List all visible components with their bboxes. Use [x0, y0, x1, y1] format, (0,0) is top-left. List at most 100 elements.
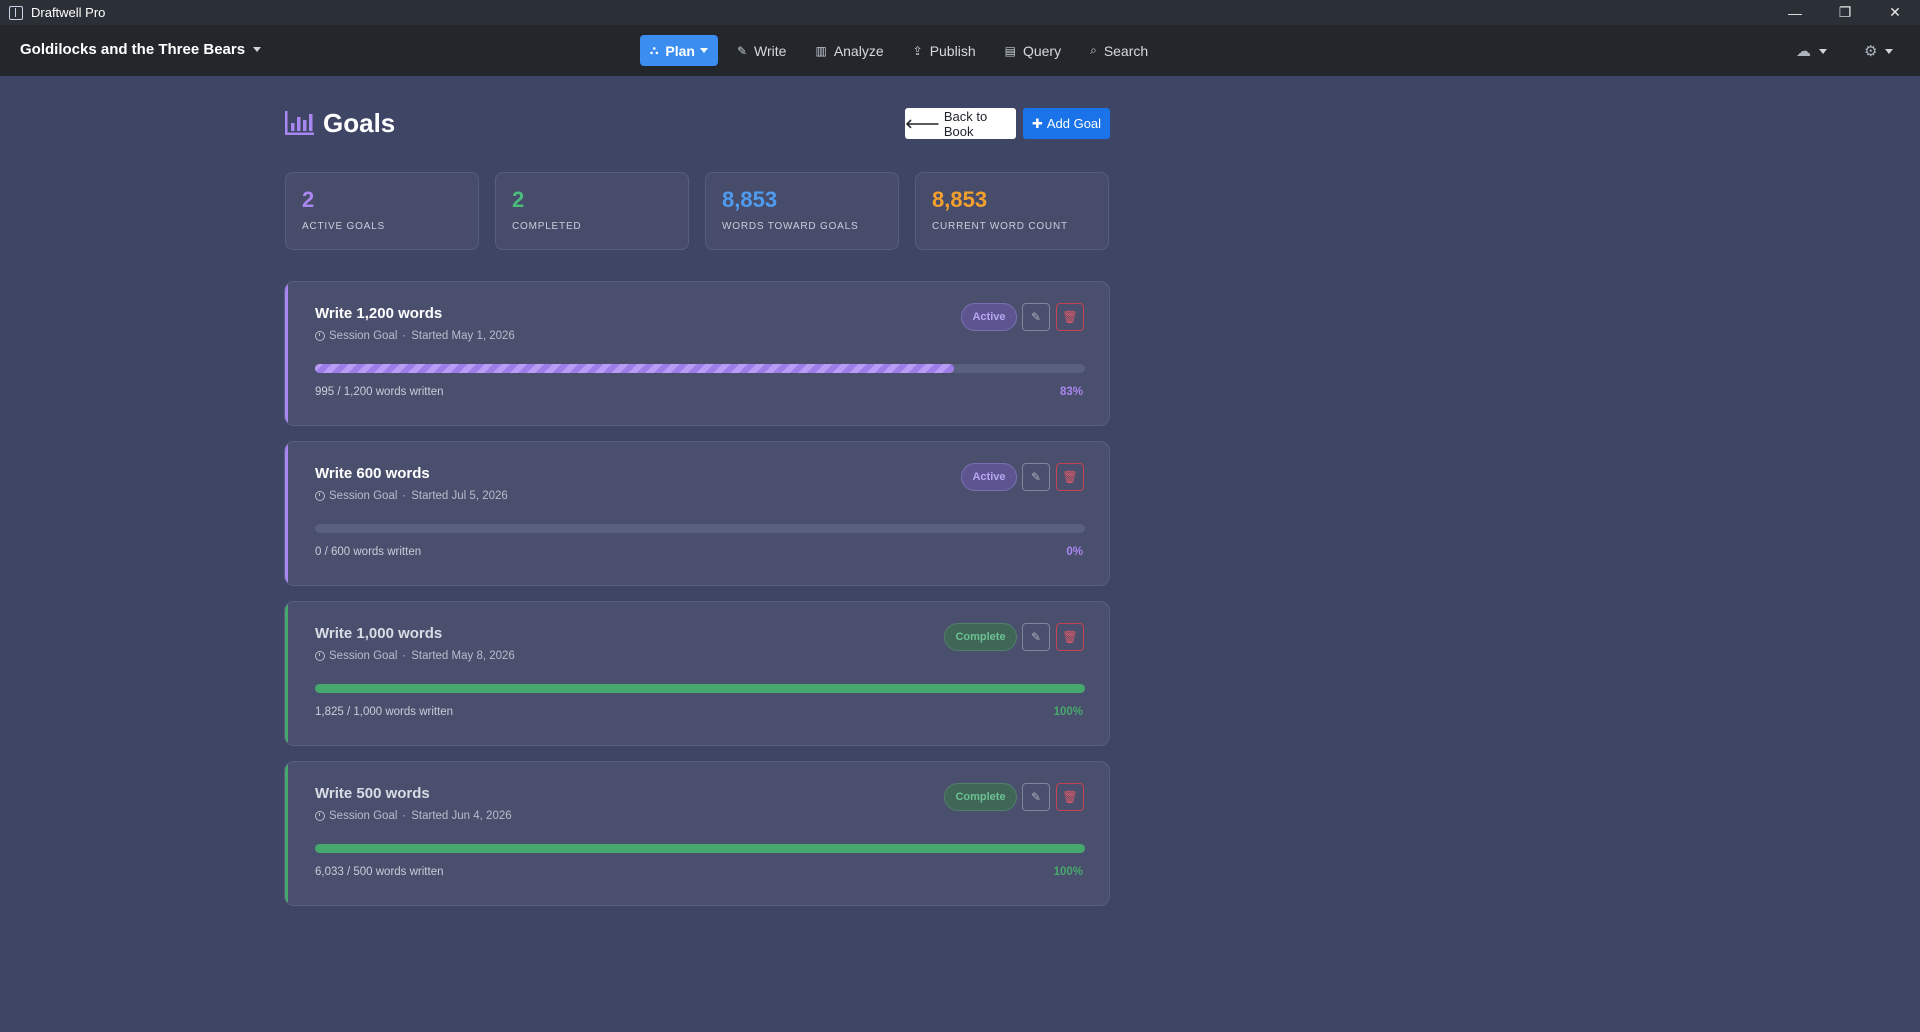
- goal-type: Session Goal: [329, 490, 398, 502]
- progress-fill: [315, 844, 1085, 853]
- separator: ·: [402, 810, 407, 822]
- progress-track: [315, 684, 1085, 693]
- nav-analyze-label: Analyze: [833, 42, 884, 59]
- stat-active-goals: 2 ACTIVE GOALS: [285, 172, 479, 250]
- stat-completed: 2 COMPLETED: [495, 172, 689, 250]
- trash-icon: 🗑: [1062, 310, 1078, 324]
- restore-button[interactable]: ❐: [1820, 0, 1870, 25]
- clock-icon: [315, 811, 325, 821]
- minimize-button[interactable]: —: [1770, 0, 1820, 25]
- list-icon: ▤: [1004, 43, 1016, 58]
- main-nav: ⛬ Plan ✎ Write ▥ Analyze ⇪ Publish ▤ Que…: [640, 35, 1167, 66]
- trash-icon: 🗑: [1062, 790, 1078, 804]
- goal-meta: Session Goal · Started Jun 4, 2026: [315, 810, 512, 822]
- book-title-dropdown[interactable]: Goldilocks and the Three Bears: [20, 41, 262, 58]
- chevron-down-icon: [1819, 48, 1827, 54]
- nav-write-label: Write: [754, 42, 787, 59]
- stat-value: 8,853: [932, 187, 988, 212]
- separator: ·: [402, 330, 407, 342]
- chevron-down-icon: [253, 47, 262, 52]
- stat-value: 8,853: [722, 187, 778, 212]
- edit-goal-button[interactable]: ✎: [1022, 783, 1050, 811]
- cloud-icon: ☁: [1796, 43, 1811, 60]
- goal-started: Started May 1, 2026: [411, 330, 515, 342]
- chevron-down-icon: [699, 48, 708, 53]
- trash-icon: 🗑: [1062, 470, 1078, 484]
- goal-percent: 100%: [1053, 706, 1083, 718]
- nav-plan-label: Plan: [665, 42, 695, 59]
- nav-publish[interactable]: ⇪ Publish: [903, 35, 986, 66]
- pencil-icon: ✎: [1030, 630, 1042, 644]
- pencil-icon: ✎: [1030, 790, 1042, 804]
- goal-title: Write 1,000 words: [315, 625, 443, 642]
- goal-type: Session Goal: [329, 810, 398, 822]
- edit-goal-button[interactable]: ✎: [1022, 463, 1050, 491]
- goal-meta: Session Goal · Started May 8, 2026: [315, 650, 515, 662]
- pencil-icon: ✎: [1030, 310, 1042, 324]
- window-title: Draftwell Pro: [31, 5, 106, 20]
- goal-accent-bar: [285, 282, 288, 425]
- progress-track: [315, 524, 1085, 533]
- bar-chart-icon: [285, 111, 314, 135]
- status-badge: Active: [961, 463, 1017, 491]
- clock-icon: [315, 491, 325, 501]
- settings-dropdown[interactable]: ⚙: [1864, 42, 1894, 60]
- stat-current-word-count: 8,853 CURRENT WORD COUNT: [915, 172, 1109, 250]
- status-badge: Complete: [944, 783, 1017, 811]
- clock-icon: [315, 651, 325, 661]
- nav-query-label: Query: [1022, 42, 1062, 59]
- edit-goal-button[interactable]: ✎: [1022, 303, 1050, 331]
- chevron-down-icon: [1885, 48, 1894, 54]
- stat-value: 2: [302, 187, 315, 212]
- nav-publish-label: Publish: [929, 42, 976, 59]
- goal-title: Write 1,200 words: [315, 305, 443, 322]
- bar-chart-icon: ▥: [815, 43, 827, 58]
- cloud-sync-dropdown[interactable]: ☁: [1796, 42, 1827, 60]
- goal-title: Write 500 words: [315, 785, 430, 802]
- close-button[interactable]: ✕: [1870, 0, 1920, 25]
- nav-query[interactable]: ▤ Query: [995, 35, 1071, 66]
- window-title-bar: Draftwell Pro — ❐ ✕: [0, 0, 1920, 25]
- add-goal-label: Add Goal: [1046, 116, 1102, 131]
- goal-card: Write 1,000 words Session Goal · Started…: [284, 601, 1110, 746]
- goal-started: Started Jun 4, 2026: [411, 810, 512, 822]
- separator: ·: [402, 650, 407, 662]
- sitemap-icon: ⛬: [650, 43, 659, 57]
- gear-icon: ⚙: [1864, 43, 1878, 60]
- nav-search-label: Search: [1103, 42, 1149, 59]
- app-navbar: Goldilocks and the Three Bears ⛬ Plan ✎ …: [0, 25, 1920, 76]
- plus-icon: ✚: [1031, 115, 1043, 131]
- nav-plan[interactable]: ⛬ Plan: [640, 35, 718, 66]
- delete-goal-button[interactable]: 🗑: [1056, 623, 1084, 651]
- progress-track: [315, 844, 1085, 853]
- delete-goal-button[interactable]: 🗑: [1056, 463, 1084, 491]
- stat-value: 2: [512, 187, 525, 212]
- separator: ·: [402, 490, 407, 502]
- search-icon: ⌕: [1090, 43, 1097, 57]
- page-title: Goals: [323, 108, 396, 138]
- goal-started: Started Jul 5, 2026: [411, 490, 508, 502]
- goal-card: Write 1,200 words Session Goal · Started…: [284, 281, 1110, 426]
- edit-goal-button[interactable]: ✎: [1022, 623, 1050, 651]
- stat-words-toward-goals: 8,853 WORDS TOWARD GOALS: [705, 172, 899, 250]
- nav-analyze[interactable]: ▥ Analyze: [805, 35, 893, 66]
- delete-goal-button[interactable]: 🗑: [1056, 303, 1084, 331]
- goal-accent-bar: [285, 762, 288, 905]
- nav-search[interactable]: ⌕ Search: [1080, 35, 1158, 66]
- back-to-book-button[interactable]: 🡐 Back to Book: [905, 108, 1016, 139]
- back-to-book-label: Back to Book: [943, 108, 988, 139]
- goal-title: Write 600 words: [315, 465, 430, 482]
- goal-type: Session Goal: [329, 330, 398, 342]
- goal-progress-text: 1,825 / 1,000 words written: [315, 706, 454, 718]
- status-badge: Complete: [944, 623, 1017, 651]
- delete-goal-button[interactable]: 🗑: [1056, 783, 1084, 811]
- stat-label: WORDS TOWARD GOALS: [722, 221, 859, 232]
- add-goal-button[interactable]: ✚ Add Goal: [1023, 108, 1110, 139]
- goal-card: Write 500 words Session Goal · Started J…: [284, 761, 1110, 906]
- upload-icon: ⇪: [912, 43, 923, 58]
- progress-fill: [315, 364, 955, 373]
- goal-progress-text: 6,033 / 500 words written: [315, 866, 444, 878]
- goal-percent: 83%: [1059, 386, 1083, 398]
- pencil-icon: ✎: [736, 43, 748, 58]
- nav-write[interactable]: ✎ Write: [727, 35, 796, 66]
